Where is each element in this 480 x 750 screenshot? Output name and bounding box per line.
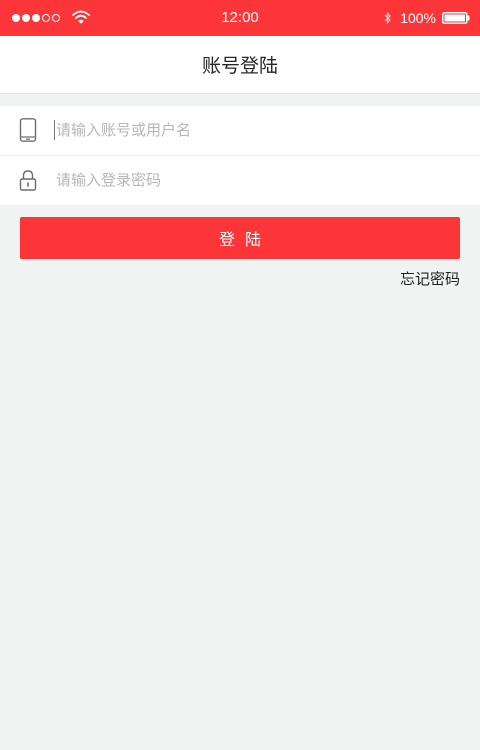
forgot-password-link[interactable]: 忘记密码 [400,269,460,289]
lock-icon [19,170,37,191]
status-bar: 12:00 100% [0,0,480,36]
status-right: 100% [384,9,470,27]
page-title: 账号登陆 [201,55,278,77]
account-row [0,106,480,156]
battery-percentage: 100% [400,10,436,26]
password-row [0,156,480,205]
navigation-bar: 账号登陆 [0,36,480,94]
text-caret [54,120,55,140]
battery-icon [442,12,470,24]
login-button[interactable]: 登陆 [20,217,460,259]
password-input[interactable] [56,167,456,193]
login-form [0,106,480,205]
account-input[interactable] [56,117,456,143]
phone-icon [19,118,37,142]
bluetooth-icon [384,12,392,24]
